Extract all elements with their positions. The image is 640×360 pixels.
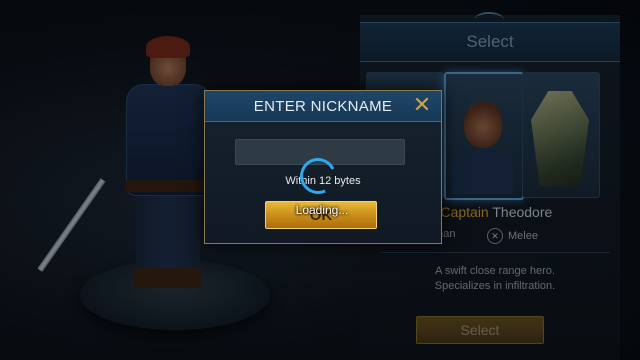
loading-text: Loading... (295, 203, 349, 217)
game-scene: Select Patrol Captain Theodore Human ✕ M… (0, 0, 640, 360)
dialog-title: ENTER NICKNAME (205, 91, 441, 122)
close-icon[interactable]: ✕ (411, 95, 433, 117)
